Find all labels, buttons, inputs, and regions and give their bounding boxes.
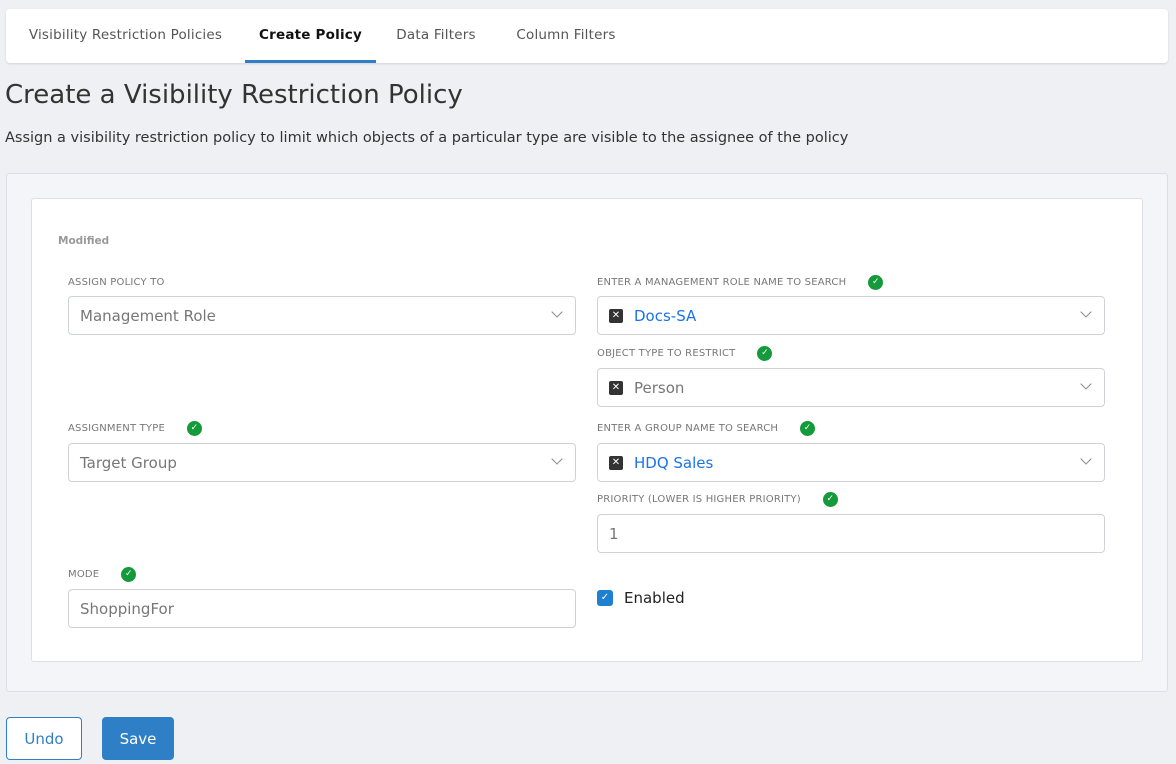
object-type-select[interactable]: ✕ Person: [597, 368, 1105, 407]
input-value: 1: [609, 524, 619, 543]
check-circle-icon: ✓: [800, 420, 816, 436]
label-text: OBJECT TYPE TO RESTRICT: [597, 347, 736, 359]
check-circle-icon: ✓: [757, 345, 773, 361]
label-text: PRIORITY (LOWER IS HIGHER PRIORITY): [597, 493, 801, 505]
tab-create-policy[interactable]: Create Policy: [245, 9, 376, 63]
selected-tag: HDQ Sales: [634, 453, 714, 472]
chevron-down-icon: [1080, 378, 1092, 390]
enabled-label: Enabled: [624, 588, 685, 607]
remove-icon[interactable]: ✕: [609, 380, 623, 395]
page-title: Create a Visibility Restriction Policy: [5, 80, 463, 110]
input-value: ShoppingFor: [80, 599, 174, 618]
tab-data-filters[interactable]: Data Filters: [376, 9, 496, 63]
group-select[interactable]: ✕ HDQ Sales: [597, 443, 1105, 482]
chevron-down-icon: [1080, 306, 1092, 318]
management-role-select[interactable]: ✕ Docs-SA: [597, 296, 1105, 335]
modified-status: Modified: [58, 235, 110, 247]
tab-bar: Visibility Restriction Policies Create P…: [6, 9, 1168, 63]
assign-policy-to-label: ASSIGN POLICY TO: [68, 274, 165, 290]
priority-label: PRIORITY (LOWER IS HIGHER PRIORITY) ✓: [597, 491, 838, 507]
object-type-label: OBJECT TYPE TO RESTRICT ✓: [597, 345, 773, 361]
assignment-type-select[interactable]: Target Group: [68, 443, 576, 482]
label-text: ENTER A GROUP NAME TO SEARCH: [597, 422, 779, 434]
chevron-down-icon: [1080, 453, 1092, 465]
assign-policy-to-select[interactable]: Management Role: [68, 296, 576, 335]
mode-label: MODE ✓: [68, 566, 137, 582]
label-text: ASSIGNMENT TYPE: [68, 422, 165, 434]
checkbox-checked-icon[interactable]: ✓: [597, 589, 613, 606]
enabled-checkbox[interactable]: ✓ Enabled: [597, 588, 685, 607]
check-circle-icon: ✓: [121, 566, 137, 582]
select-value: Target Group: [80, 453, 177, 472]
group-label: ENTER A GROUP NAME TO SEARCH ✓: [597, 420, 816, 436]
label-text: MODE: [68, 568, 100, 580]
assignment-type-label: ASSIGNMENT TYPE ✓: [68, 420, 202, 436]
selected-tag: Person: [634, 378, 685, 397]
select-value: Management Role: [80, 306, 216, 325]
undo-button[interactable]: Undo: [6, 717, 82, 760]
label-text: ENTER A MANAGEMENT ROLE NAME TO SEARCH: [597, 276, 847, 288]
remove-icon[interactable]: ✕: [609, 455, 623, 470]
label-text: ASSIGN POLICY TO: [68, 276, 165, 288]
chevron-down-icon: [551, 306, 563, 318]
tab-column-filters[interactable]: Column Filters: [496, 9, 636, 63]
remove-icon[interactable]: ✕: [609, 308, 623, 323]
selected-tag: Docs-SA: [634, 306, 697, 325]
mode-input[interactable]: ShoppingFor: [68, 589, 576, 628]
check-circle-icon: ✓: [187, 420, 202, 436]
tab-visibility-restriction-policies[interactable]: Visibility Restriction Policies: [6, 9, 245, 63]
chevron-down-icon: [551, 453, 563, 465]
check-circle-icon: ✓: [868, 274, 884, 290]
page-description: Assign a visibility restriction policy t…: [5, 130, 849, 146]
priority-input[interactable]: 1: [597, 514, 1105, 553]
management-role-label: ENTER A MANAGEMENT ROLE NAME TO SEARCH ✓: [597, 274, 884, 290]
check-circle-icon: ✓: [822, 491, 838, 507]
save-button[interactable]: Save: [102, 717, 174, 760]
